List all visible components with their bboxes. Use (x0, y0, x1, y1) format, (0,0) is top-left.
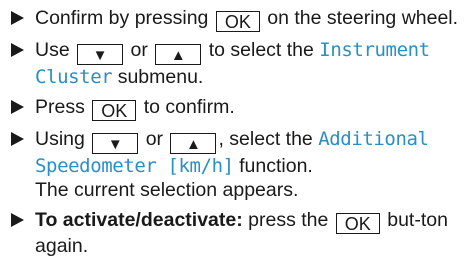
down-arrow-key-icon: ▼ (92, 133, 139, 154)
up-arrow-key-icon: ▲ (170, 133, 217, 154)
instruction-step: Using ▼ or ▲, select the Additional Spee… (10, 127, 460, 202)
instruction-step: Use ▼ or ▲ to select the Instrument Clus… (10, 38, 460, 89)
bullet-arrow-icon (11, 132, 24, 146)
step-text: Confirm by pressing (35, 7, 209, 29)
step-text: to confirm. (143, 96, 235, 118)
step-note: The current selection appears. (35, 179, 299, 201)
step-text: press the (248, 209, 329, 231)
step-text: Press (35, 96, 85, 118)
step-text: or (145, 128, 164, 150)
instruction-step: To activate/deactivate: press the OK but… (10, 208, 460, 258)
down-arrow-key-icon: ▼ (77, 44, 124, 65)
step-text: submenu. (117, 66, 204, 88)
ok-key-icon: OK (215, 11, 260, 32)
step-text: Use (35, 39, 70, 61)
bullet-arrow-icon (11, 213, 24, 227)
bullet-arrow-icon (11, 11, 24, 25)
instruction-step: Confirm by pressing OK on the steering w… (10, 6, 460, 32)
step-text: on the steering wheel. (267, 7, 459, 29)
step-text: , select the (218, 128, 313, 150)
ok-key-icon: OK (335, 213, 380, 234)
step-heading: To activate/deactivate: (35, 209, 243, 231)
instruction-step: Press OK to confirm. (10, 95, 460, 121)
step-text: to select the (208, 39, 314, 61)
step-text: function. (239, 155, 313, 177)
step-text: or (130, 39, 148, 61)
instruction-page: Confirm by pressing OK on the steering w… (0, 0, 466, 279)
bullet-arrow-icon (11, 43, 24, 57)
up-arrow-key-icon: ▲ (155, 44, 202, 65)
bullet-arrow-icon (11, 100, 24, 114)
ok-key-icon: OK (92, 100, 137, 121)
step-text: Using (35, 128, 85, 150)
